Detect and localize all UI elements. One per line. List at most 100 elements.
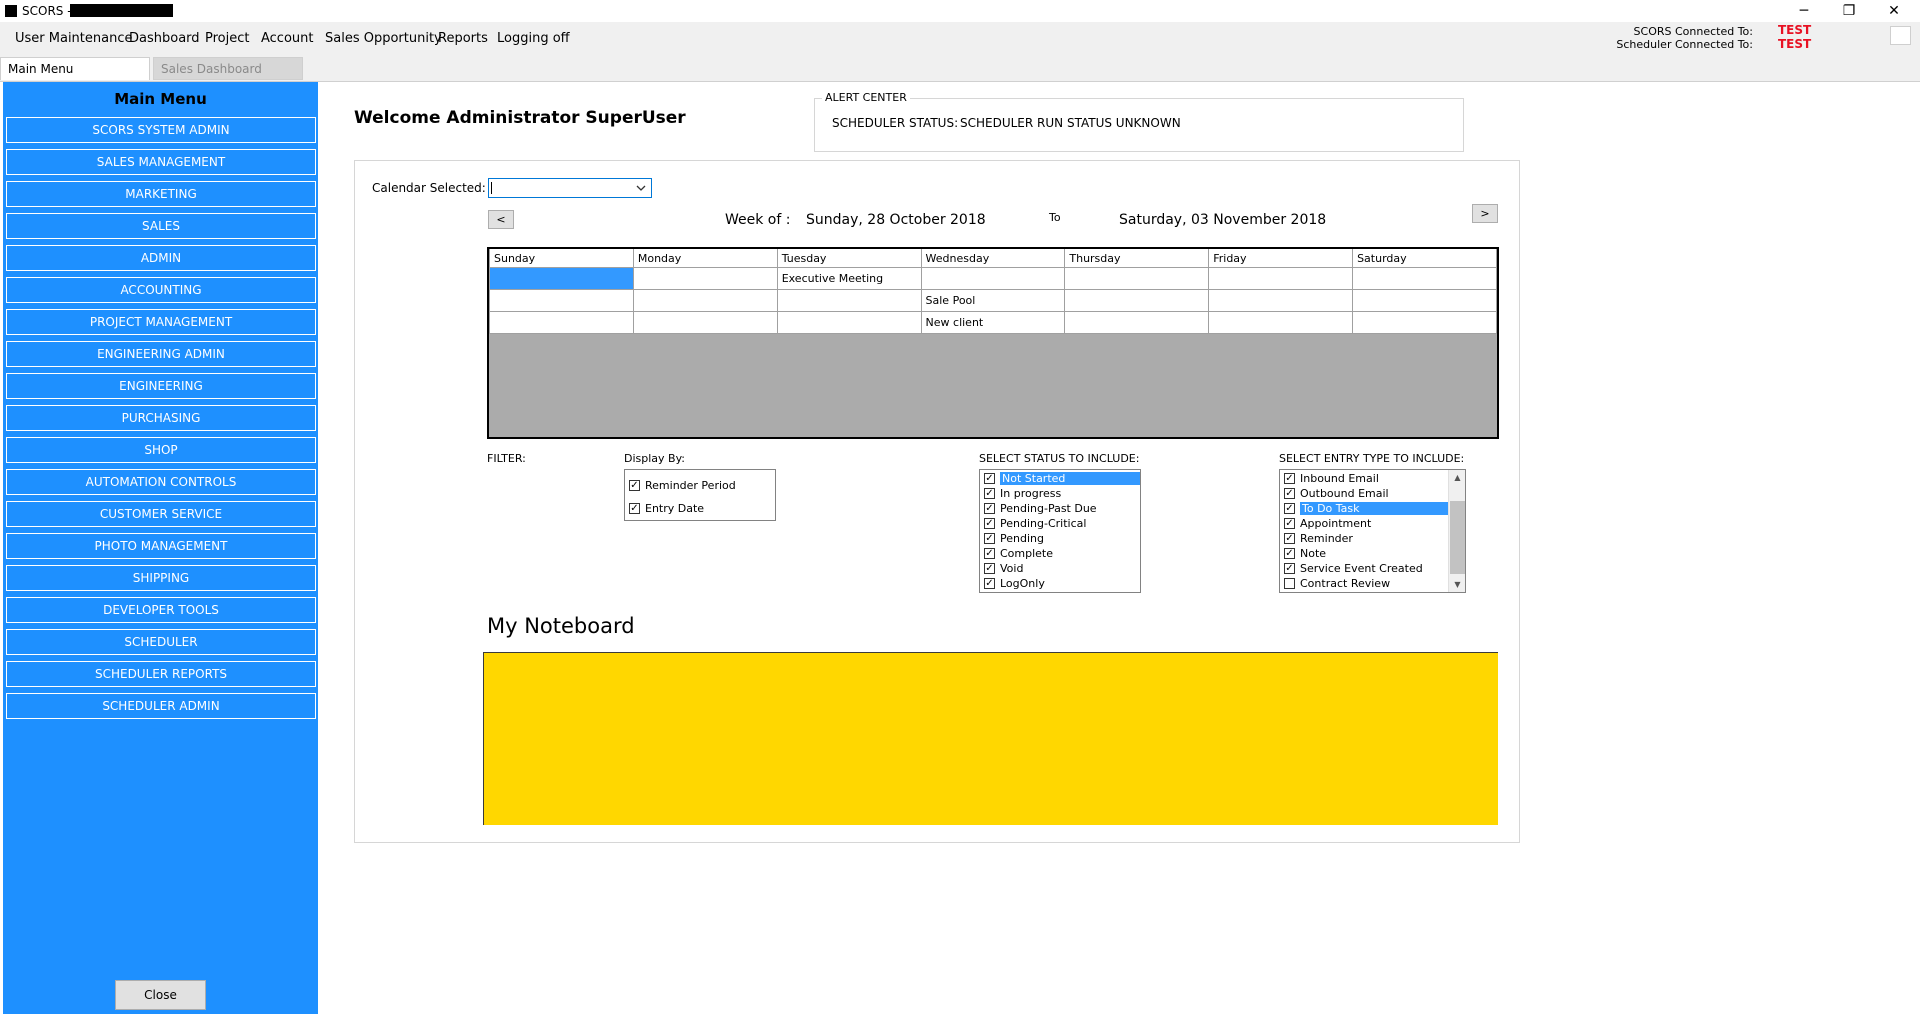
entry-type-scrollbar[interactable]: ▲ ▼: [1448, 470, 1465, 592]
status-option[interactable]: ✓ Complete: [980, 546, 1140, 561]
entry-type-option[interactable]: ✓ To Do Task: [1280, 501, 1448, 516]
next-week-button[interactable]: >: [1472, 204, 1498, 223]
checkbox-checked-icon[interactable]: ✓: [629, 480, 640, 491]
menu-reports[interactable]: Reports: [438, 31, 488, 46]
checkbox-checked-icon[interactable]: ✓: [984, 518, 995, 529]
sidebar-item-purchasing[interactable]: PURCHASING: [6, 405, 316, 431]
sidebar-item-project-management[interactable]: PROJECT MANAGEMENT: [6, 309, 316, 335]
calendar-cell[interactable]: [920, 267, 1066, 290]
status-option[interactable]: ✓ In progress: [980, 486, 1140, 501]
sidebar-item-scheduler-reports[interactable]: SCHEDULER REPORTS: [6, 661, 316, 687]
sidebar-item-developer-tools[interactable]: DEVELOPER TOOLS: [6, 597, 316, 623]
calendar-cell[interactable]: [1352, 311, 1497, 334]
calendar-cell[interactable]: [1208, 267, 1354, 290]
calendar-cell[interactable]: Executive Meeting: [776, 267, 922, 290]
calendar-cell[interactable]: [776, 289, 922, 312]
restore-button[interactable]: ❐: [1826, 0, 1872, 22]
close-window-button[interactable]: ✕: [1871, 0, 1917, 22]
calendar-cell[interactable]: [632, 267, 778, 290]
entry-type-option[interactable]: ✓ Outbound Email: [1280, 486, 1448, 501]
checkbox-checked-icon[interactable]: ✓: [984, 503, 995, 514]
checkbox-checked-icon[interactable]: ✓: [1284, 518, 1295, 529]
status-option[interactable]: ✓ LogOnly: [980, 576, 1140, 591]
menu-account[interactable]: Account: [261, 31, 314, 46]
menu-user-maintenance[interactable]: User Maintenance: [15, 31, 132, 46]
scroll-down-icon[interactable]: ▼: [1449, 577, 1465, 592]
calendar-cell[interactable]: [632, 311, 778, 334]
menu-sales-opportunity[interactable]: Sales Opportunity: [325, 31, 442, 46]
sidebar-item-admin[interactable]: ADMIN: [6, 245, 316, 271]
display-by-option[interactable]: ✓ Entry Date: [625, 497, 775, 520]
entry-type-option[interactable]: Contract Review: [1280, 576, 1448, 591]
sidebar-item-automation-controls[interactable]: AUTOMATION CONTROLS: [6, 469, 316, 495]
checkbox-checked-icon[interactable]: ✓: [1284, 488, 1295, 499]
display-by-option[interactable]: ✓ Reminder Period: [625, 474, 775, 497]
tab-sales-dashboard[interactable]: Sales Dashboard: [153, 57, 303, 80]
menu-logging-off[interactable]: Logging off: [497, 31, 570, 46]
checkbox-checked-icon[interactable]: ✓: [984, 533, 995, 544]
sidebar-item-engineering-admin[interactable]: ENGINEERING ADMIN: [6, 341, 316, 367]
sidebar-item-customer-service[interactable]: CUSTOMER SERVICE: [6, 501, 316, 527]
calendar-select[interactable]: [488, 178, 652, 198]
calendar-cell[interactable]: [1064, 311, 1210, 334]
calendar-cell[interactable]: [1064, 267, 1210, 290]
sidebar-item-photo-management[interactable]: PHOTO MANAGEMENT: [6, 533, 316, 559]
sidebar-item-engineering[interactable]: ENGINEERING: [6, 373, 316, 399]
checkbox-checked-icon[interactable]: ✓: [984, 548, 995, 559]
sidebar-item-marketing[interactable]: MARKETING: [6, 181, 316, 207]
checkbox-checked-icon[interactable]: ✓: [984, 578, 995, 589]
calendar-cell[interactable]: Sale Pool: [920, 289, 1066, 312]
sidebar-item-shipping[interactable]: SHIPPING: [6, 565, 316, 591]
calendar-cell[interactable]: [1352, 267, 1497, 290]
menu-project[interactable]: Project: [205, 31, 249, 46]
checkbox-checked-icon[interactable]: ✓: [1284, 473, 1295, 484]
noteboard-area[interactable]: [483, 652, 1498, 825]
menu-dashboard[interactable]: Dashboard: [129, 31, 200, 46]
checkbox-unchecked-icon[interactable]: [1284, 578, 1295, 589]
status-option[interactable]: ✓ Pending-Critical: [980, 516, 1140, 531]
sidebar-item-shop[interactable]: SHOP: [6, 437, 316, 463]
entry-type-option[interactable]: ✓ Inbound Email: [1280, 471, 1448, 486]
calendar-cell[interactable]: [1352, 289, 1497, 312]
sidebar-item-scors-system-admin[interactable]: SCORS SYSTEM ADMIN: [6, 117, 316, 143]
calendar-cell[interactable]: [1208, 289, 1354, 312]
status-checklist[interactable]: ✓ Not Started ✓ In progress ✓ Pending-Past …: [979, 469, 1141, 593]
calendar-cell[interactable]: [1208, 311, 1354, 334]
status-option[interactable]: ✓ Pending: [980, 531, 1140, 546]
calendar-cell[interactable]: [489, 289, 634, 312]
calendar-cell[interactable]: [632, 289, 778, 312]
calendar-cell[interactable]: New client: [920, 311, 1066, 334]
entry-type-option[interactable]: ✓ Appointment: [1280, 516, 1448, 531]
scroll-up-icon[interactable]: ▲: [1449, 470, 1465, 485]
checkbox-checked-icon[interactable]: ✓: [1284, 563, 1295, 574]
checkbox-checked-icon[interactable]: ✓: [984, 473, 995, 484]
status-option[interactable]: ✓ Not Started: [980, 471, 1140, 486]
close-button[interactable]: Close: [115, 980, 206, 1010]
minimize-button[interactable]: ─: [1781, 0, 1827, 22]
chevron-down-icon[interactable]: [636, 185, 646, 192]
status-option[interactable]: ✓ Void: [980, 561, 1140, 576]
tab-main-menu[interactable]: Main Menu: [0, 57, 150, 80]
checkbox-checked-icon[interactable]: ✓: [1284, 503, 1295, 514]
checkbox-checked-icon[interactable]: ✓: [984, 563, 995, 574]
entry-type-option[interactable]: ✓ Note: [1280, 546, 1448, 561]
entry-type-checklist[interactable]: ✓ Inbound Email ✓ Outbound Email ✓ To Do Ta…: [1279, 469, 1466, 593]
sidebar-item-sales-management[interactable]: SALES MANAGEMENT: [6, 149, 316, 175]
sidebar-item-scheduler-admin[interactable]: SCHEDULER ADMIN: [6, 693, 316, 719]
calendar-cell[interactable]: [1064, 289, 1210, 312]
sidebar-item-scheduler[interactable]: SCHEDULER: [6, 629, 316, 655]
entry-type-option[interactable]: ✓ Reminder: [1280, 531, 1448, 546]
scroll-thumb[interactable]: [1450, 501, 1465, 574]
sidebar-item-sales[interactable]: SALES: [6, 213, 316, 239]
status-option[interactable]: ✓ Pending-Past Due: [980, 501, 1140, 516]
calendar-cell[interactable]: [489, 311, 634, 334]
calendar-cell[interactable]: [776, 311, 922, 334]
checkbox-checked-icon[interactable]: ✓: [1284, 548, 1295, 559]
sidebar-item-accounting[interactable]: ACCOUNTING: [6, 277, 316, 303]
checkbox-checked-icon[interactable]: ✓: [984, 488, 995, 499]
entry-type-option[interactable]: ✓ Service Event Created: [1280, 561, 1448, 576]
prev-week-button[interactable]: <: [488, 210, 514, 229]
checkbox-checked-icon[interactable]: ✓: [629, 503, 640, 514]
checkbox-checked-icon[interactable]: ✓: [1284, 533, 1295, 544]
calendar-cell[interactable]: [489, 267, 634, 290]
